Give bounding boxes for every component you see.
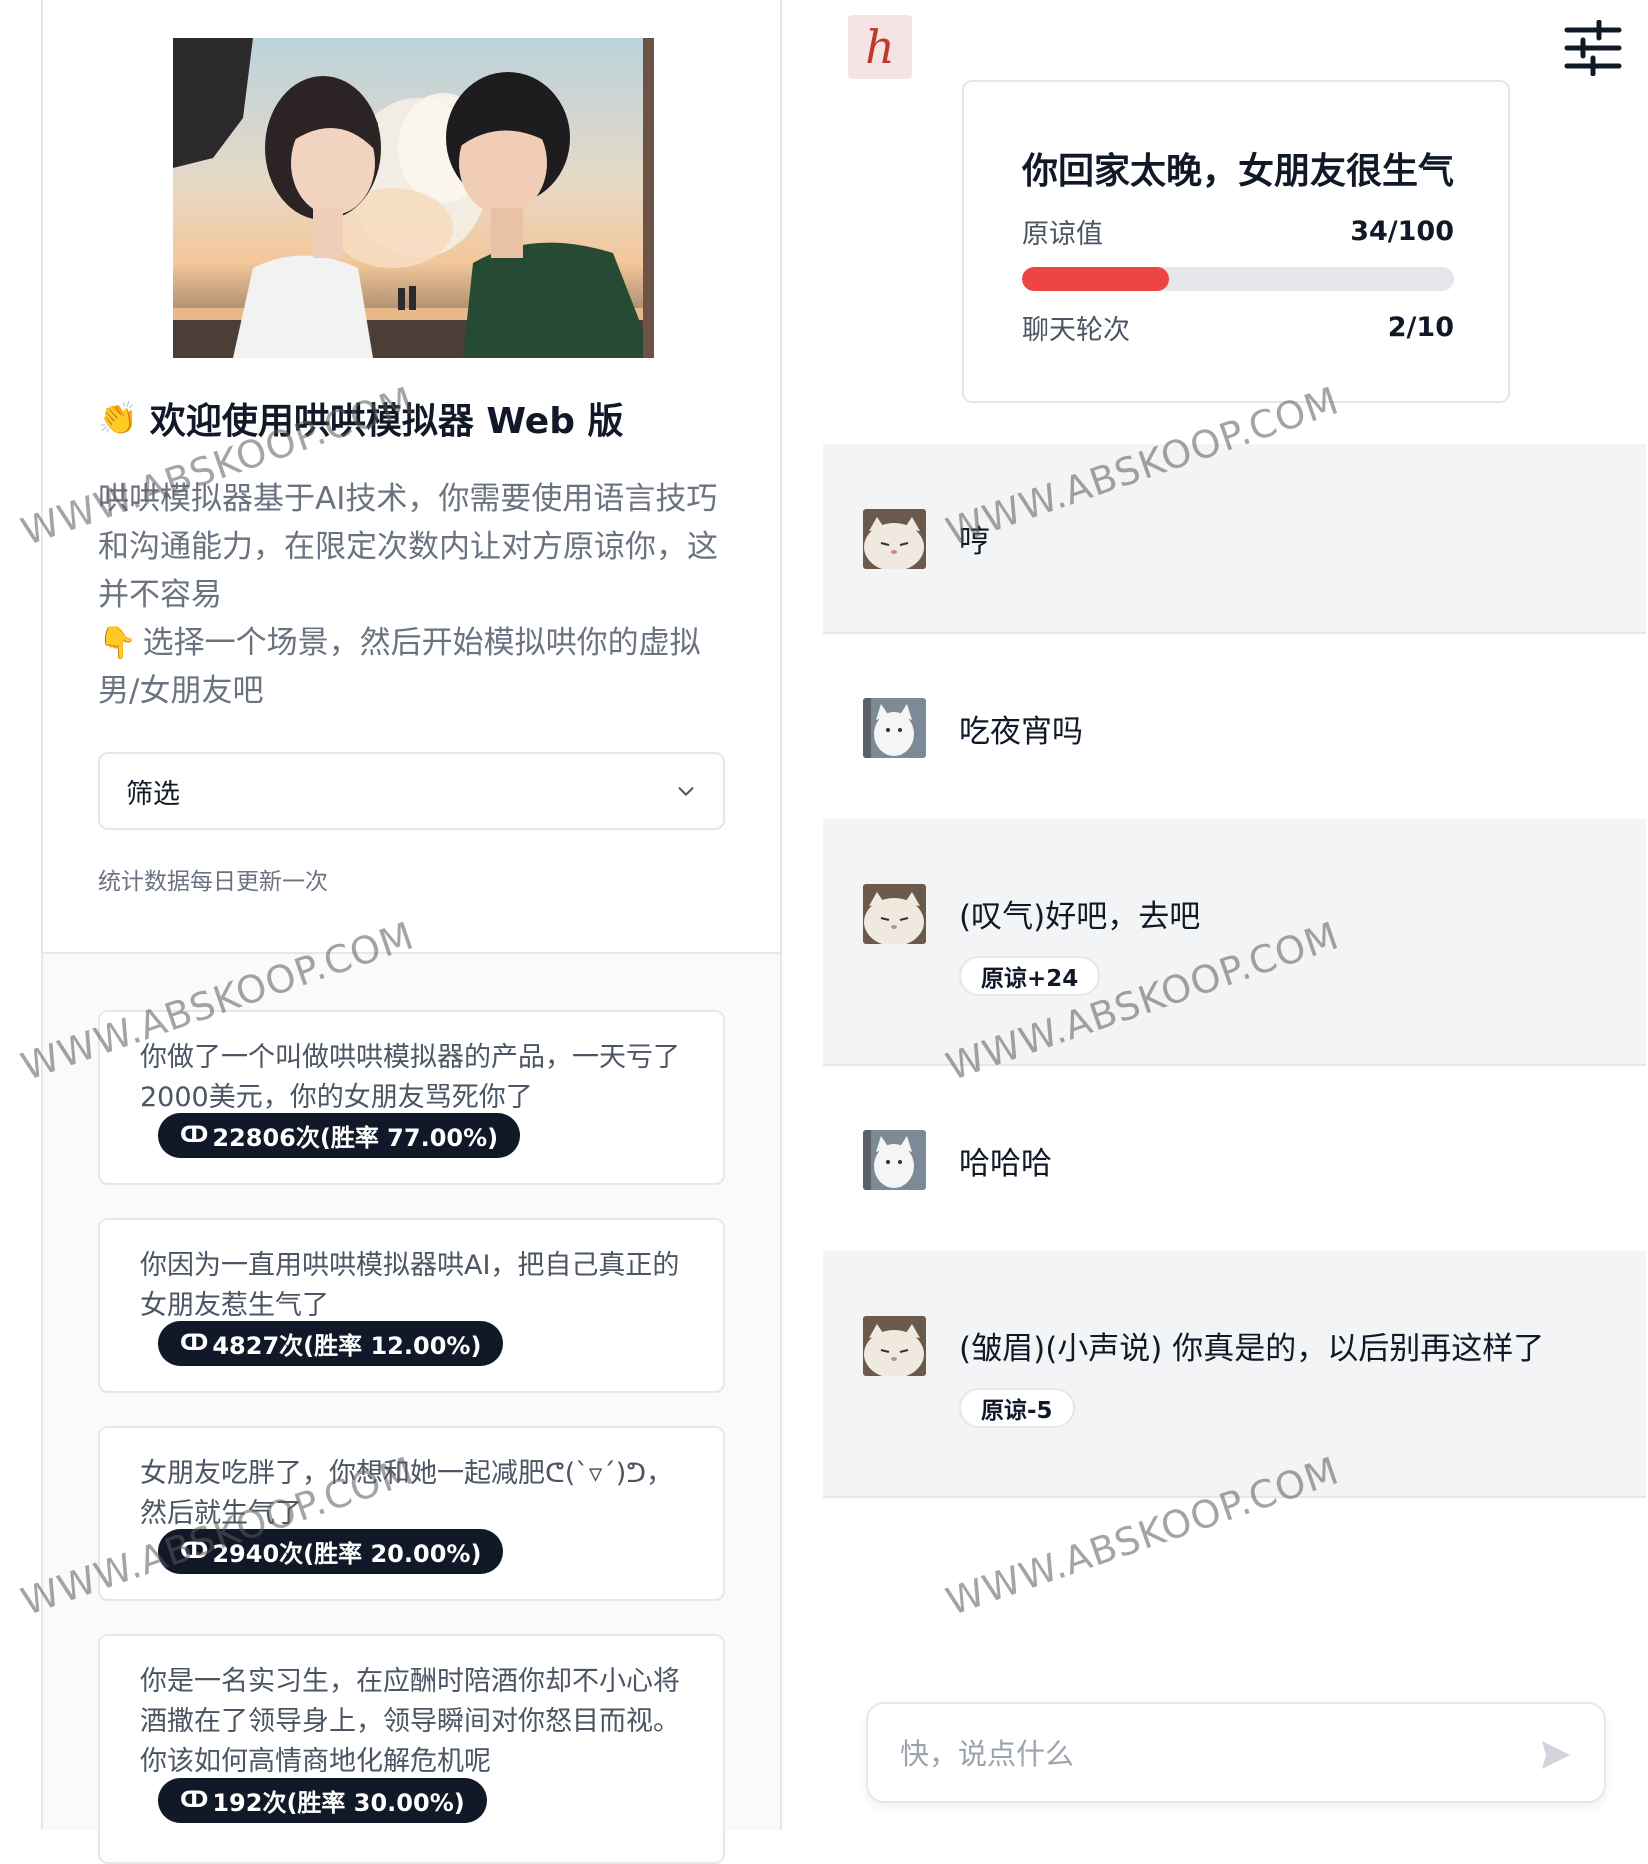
chat-bubble-icon: ↀ — [180, 1123, 209, 1148]
welcome-title-text: 欢迎使用哄哄模拟器 Web 版 — [149, 401, 624, 442]
forgiveness-progress-fill — [1022, 267, 1169, 291]
scenario-stats-text: 4827次(胜率 12.00%) — [212, 1332, 482, 1360]
settings-sliders-icon[interactable] — [1563, 20, 1623, 76]
scenario-card[interactable]: 你做了一个叫做哄哄模拟器的产品，一天亏了2000美元，你的女朋友骂死你了 — [98, 1010, 725, 1185]
chat-input[interactable] — [898, 1729, 1498, 1779]
intro-description-line-1: 哄哄模拟器基于AI技术，你需要使用语言技巧和沟通能力，在限定次数内让对方原谅你，… — [98, 481, 718, 613]
scenario-stats-text: 192次(胜率 30.00%) — [212, 1789, 465, 1817]
forgiveness-change-badge: 原谅+24 — [959, 956, 1101, 996]
forgiveness-progress-bar — [1022, 267, 1454, 291]
pointing-down-icon: 👇 — [98, 625, 137, 661]
message-text: 哈哈哈 — [959, 1146, 1052, 1182]
chat-bubble-icon: ↀ — [180, 1331, 209, 1356]
message-text: (叹气)好吧，去吧 — [959, 899, 1201, 935]
scenario-stats-text: 2940次(胜率 20.00%) — [212, 1540, 482, 1568]
partner-avatar — [863, 1316, 926, 1376]
scenario-sidebar: 👏 欢迎使用哄哄模拟器 Web 版 哄哄模拟器基于AI技术，你需要使用语言技巧和… — [41, 0, 782, 1864]
clapping-hands-icon: 👏 — [98, 399, 138, 437]
chat-message-assistant: (叹气)好吧，去吧 原谅+24 — [823, 819, 1646, 1066]
chat-message-user: 吃夜宵吗 — [823, 634, 1646, 819]
scenario-text: 女朋友吃胖了，你想和她一起减肥ᕦ(`▿´)ᕤ，然后就生气了 — [140, 1458, 674, 1529]
chat-message-assistant: 哼 — [823, 444, 1646, 634]
scenario-text: 你因为一直用哄哄模拟器哄AI，把自己真正的女朋友惹生气了 — [140, 1250, 680, 1321]
chat-message-assistant: (皱眉)(小声说) 你真是的，以后别再这样了 原谅-5 — [823, 1251, 1646, 1498]
message-text: 哼 — [959, 524, 990, 560]
scenario-text: 你是一名实习生，在应酬时陪酒你却不小心将酒撒在了领导身上，领导瞬间对你怒目而视。… — [140, 1666, 680, 1777]
app-logo[interactable]: h — [848, 15, 912, 79]
rounds-row: 聊天轮次 2/10 — [1022, 308, 1454, 347]
intro-description: 哄哄模拟器基于AI技术，你需要使用语言技巧和沟通能力，在限定次数内让对方原谅你，… — [98, 475, 728, 715]
message-text: 吃夜宵吗 — [959, 714, 1083, 750]
filter-dropdown[interactable]: 筛选 — [98, 752, 725, 830]
chat-message-user: 哈哈哈 — [823, 1066, 1646, 1251]
partner-avatar — [863, 884, 926, 944]
send-icon[interactable] — [1538, 1737, 1574, 1773]
chat-bubble-icon: ↀ — [180, 1788, 209, 1813]
game-status-card: 你回家太晚，女朋友很生气 原谅值 34/100 聊天轮次 2/10 — [962, 80, 1510, 403]
message-text: (皱眉)(小声说) 你真是的，以后别再这样了 — [959, 1331, 1545, 1367]
user-avatar — [863, 1130, 926, 1190]
hero-illustration — [173, 38, 654, 358]
scenario-list: 你做了一个叫做哄哄模拟器的产品，一天亏了2000美元，你的女朋友骂死你了 ↀ 2… — [43, 952, 780, 1864]
user-avatar — [863, 698, 926, 758]
scenario-title: 你回家太晚，女朋友很生气 — [1022, 151, 1455, 192]
chat-bubble-icon: ↀ — [180, 1539, 209, 1564]
chat-input-box — [866, 1702, 1606, 1803]
intro-description-line-2: 👇 选择一个场景，然后开始模拟哄你的虚拟男/女朋友吧 — [98, 619, 728, 715]
forgiveness-change-badge: 原谅-5 — [959, 1388, 1075, 1428]
forgiveness-label: 原谅值 — [1022, 219, 1103, 250]
forgiveness-value: 34/100 — [1350, 216, 1454, 247]
rounds-value: 2/10 — [1387, 312, 1454, 343]
intro-section: 👏 欢迎使用哄哄模拟器 Web 版 哄哄模拟器基于AI技术，你需要使用语言技巧和… — [43, 0, 780, 952]
scenario-stats-text: 22806次(胜率 77.00%) — [212, 1124, 499, 1152]
scenario-stats-badge: ↀ 4827次(胜率 12.00%) — [158, 1321, 504, 1366]
welcome-title: 👏 欢迎使用哄哄模拟器 Web 版 — [98, 392, 624, 444]
scenario-text: 你做了一个叫做哄哄模拟器的产品，一天亏了2000美元，你的女朋友骂死你了 — [140, 1042, 680, 1113]
rounds-label: 聊天轮次 — [1022, 315, 1130, 346]
scenario-stats-badge: ↀ 22806次(胜率 77.00%) — [158, 1113, 521, 1158]
scenario-card[interactable]: 你因为一直用哄哄模拟器哄AI，把自己真正的女朋友惹生气了 — [98, 1218, 725, 1393]
filter-dropdown-label: 筛选 — [126, 778, 180, 810]
stats-note: 统计数据每日更新一次 — [98, 869, 328, 895]
forgiveness-row: 原谅值 34/100 — [1022, 212, 1454, 251]
chevron-down-icon — [678, 787, 694, 796]
scenario-stats-badge: ↀ 2940次(胜率 20.00%) — [158, 1529, 504, 1574]
chat-panel: h 你回家太晚，女朋友很生气 原谅值 34/100 聊天轮次 2/10 哼 吃夜… — [823, 0, 1648, 1830]
partner-avatar — [863, 509, 926, 569]
scenario-card[interactable]: 女朋友吃胖了，你想和她一起减肥ᕦ(`▿´)ᕤ，然后就生气了 — [98, 1426, 725, 1601]
scenario-stats-badge: ↀ 192次(胜率 30.00%) — [158, 1778, 487, 1823]
intro-description-line-2-text: 选择一个场景，然后开始模拟哄你的虚拟男/女朋友吧 — [98, 625, 701, 709]
